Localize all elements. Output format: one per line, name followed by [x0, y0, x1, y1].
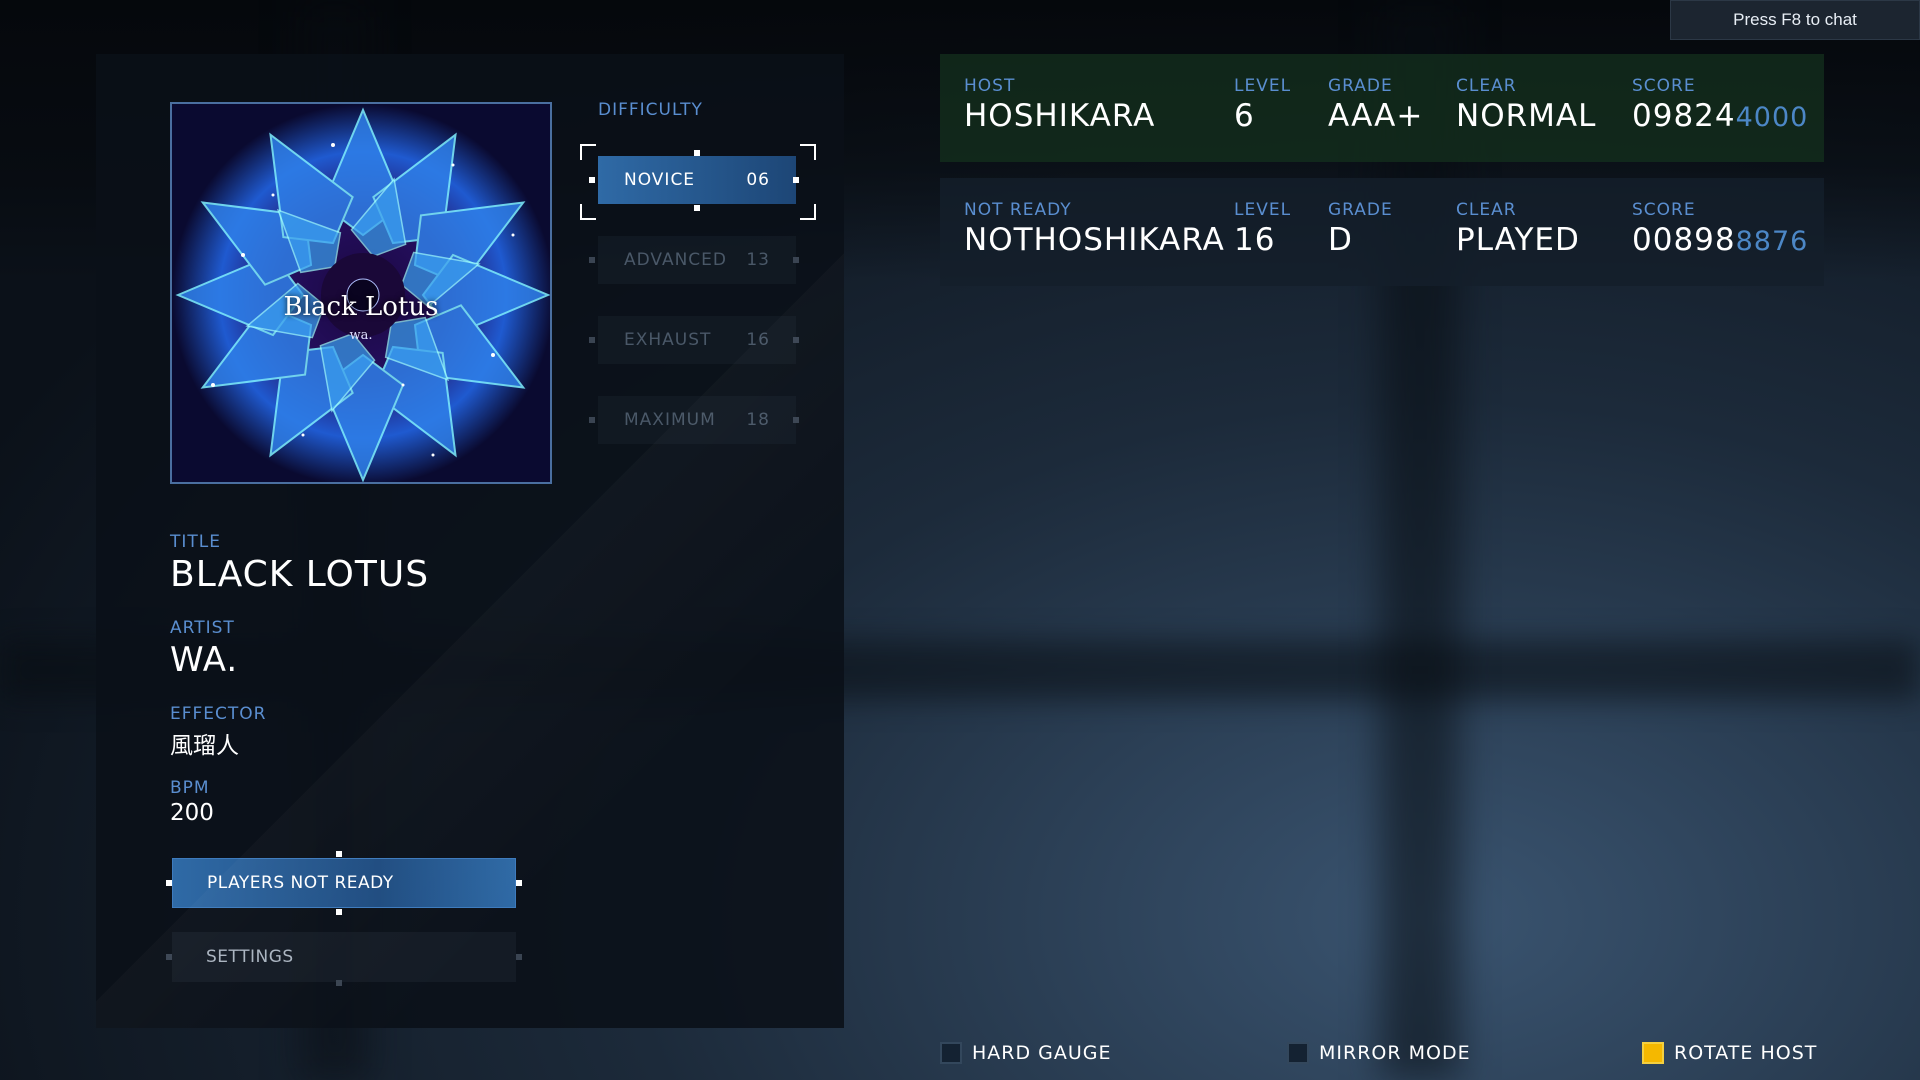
difficulty-label: DIFFICULTY — [598, 100, 703, 120]
song-effector: 風瑠人 — [170, 733, 239, 759]
song-jacket-image: Black Lotus wa. — [170, 102, 552, 484]
settings-button[interactable]: SETTINGS — [172, 932, 516, 982]
selection-corner — [580, 144, 596, 160]
difficulty-novice[interactable]: NOVICE 06 — [598, 156, 796, 204]
selection-corner — [580, 204, 596, 220]
difficulty-name: ADVANCED — [624, 250, 728, 270]
song-artist: WA. — [170, 640, 239, 680]
mirror-mode-label: MIRROR MODE — [1319, 1042, 1471, 1064]
player-score: 098244000 — [1632, 98, 1808, 134]
rotate-host-toggle[interactable]: ROTATE HOST — [1642, 1042, 1817, 1064]
hard-gauge-toggle[interactable]: HARD GAUGE — [940, 1042, 1112, 1064]
difficulty-level: 18 — [746, 410, 770, 430]
score-label: SCORE — [1632, 76, 1696, 96]
player-grade: AAA+ — [1328, 98, 1424, 134]
selection-corner — [800, 144, 816, 160]
grade-label: GRADE — [1328, 200, 1393, 220]
grade-label: GRADE — [1328, 76, 1393, 96]
song-bpm: 200 — [170, 800, 214, 826]
players-ready-button[interactable]: PLAYERS NOT READY — [172, 858, 516, 908]
hard-gauge-label: HARD GAUGE — [972, 1042, 1112, 1064]
song-title: BLACK LOTUS — [170, 554, 430, 595]
score-label: SCORE — [1632, 200, 1696, 220]
player-card-guest: NOT READY NOTHOSHIKARA LEVEL 16 GRADE D … — [940, 178, 1824, 286]
player-clear: PLAYED — [1456, 222, 1580, 258]
player-card-host: HOST HOSHIKARA LEVEL 6 GRADE AAA+ CLEAR … — [940, 54, 1824, 162]
jacket-artist: wa. — [349, 328, 373, 343]
difficulty-name: EXHAUST — [624, 330, 712, 350]
score-sub: 8876 — [1735, 226, 1809, 257]
player-name: HOSHIKARA — [964, 98, 1156, 134]
level-label: LEVEL — [1234, 76, 1292, 96]
clear-label: CLEAR — [1456, 76, 1517, 96]
difficulty-exhaust[interactable]: EXHAUST 16 — [598, 316, 796, 364]
player-grade: D — [1328, 222, 1353, 258]
jacket-title: Black Lotus — [283, 292, 439, 322]
difficulty-level: 16 — [746, 330, 770, 350]
difficulty-level: 06 — [746, 170, 770, 190]
score-main: 00898 — [1632, 222, 1736, 258]
score-main: 09824 — [1632, 98, 1736, 134]
song-info-panel: Black Lotus wa. DIFFICULTY NOVICE 06 ADV… — [96, 54, 844, 1028]
chat-hint: Press F8 to chat — [1670, 0, 1920, 40]
level-label: LEVEL — [1234, 200, 1292, 220]
difficulty-maximum[interactable]: MAXIMUM 18 — [598, 396, 796, 444]
hard-gauge-checkbox[interactable] — [940, 1042, 962, 1064]
player-level: 6 — [1234, 98, 1255, 134]
player-score: 008988876 — [1632, 222, 1808, 258]
player-level: 16 — [1234, 222, 1276, 258]
player-status-label: HOST — [964, 76, 1016, 96]
bpm-label: BPM — [170, 778, 210, 798]
clear-label: CLEAR — [1456, 200, 1517, 220]
rotate-host-label: ROTATE HOST — [1674, 1042, 1818, 1064]
player-clear: NORMAL — [1456, 98, 1597, 134]
mirror-mode-toggle[interactable]: MIRROR MODE — [1287, 1042, 1471, 1064]
difficulty-name: MAXIMUM — [624, 410, 716, 430]
effector-label: EFFECTOR — [170, 704, 267, 724]
player-status-label: NOT READY — [964, 200, 1072, 220]
artist-label: ARTIST — [170, 618, 235, 638]
title-label: TITLE — [170, 532, 221, 552]
difficulty-name: NOVICE — [624, 170, 696, 190]
selection-corner — [800, 204, 816, 220]
difficulty-level: 13 — [746, 250, 770, 270]
difficulty-advanced[interactable]: ADVANCED 13 — [598, 236, 796, 284]
rotate-host-checkbox[interactable] — [1642, 1042, 1664, 1064]
mirror-mode-checkbox[interactable] — [1287, 1042, 1309, 1064]
player-name: NOTHOSHIKARA — [964, 222, 1225, 258]
score-sub: 4000 — [1735, 102, 1809, 133]
